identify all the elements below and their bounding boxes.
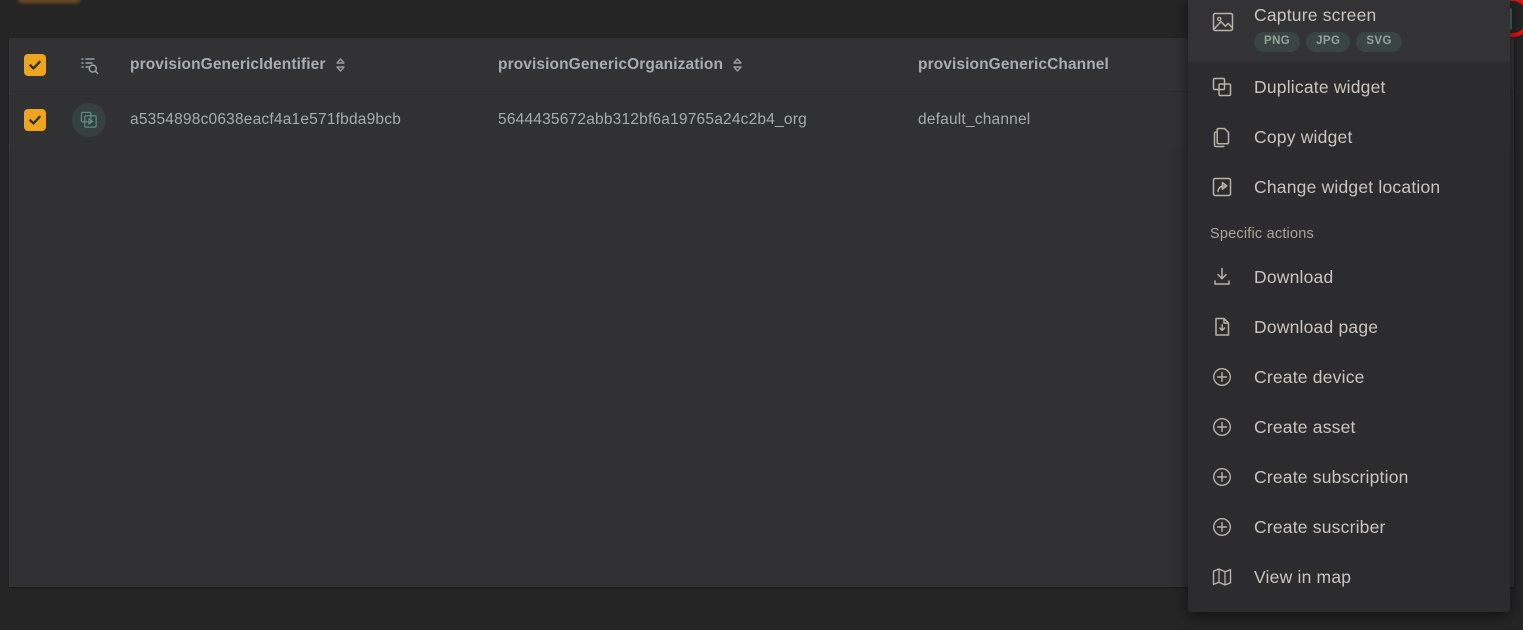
download-icon (1210, 265, 1254, 289)
copy-widget-icon (1210, 125, 1254, 149)
capture-format-chips: PNG JPG SVG (1254, 32, 1402, 52)
menu-item-create-subscription[interactable]: Create subscription (1188, 452, 1510, 502)
column-header-identifier[interactable]: provisionGenericIdentifier (118, 56, 488, 74)
cell-organization-value: 5644435672abb312bf6a19765a24c2b4_org (498, 111, 807, 128)
chevron-updown-icon (733, 57, 742, 72)
capture-format-svg[interactable]: SVG (1356, 32, 1402, 52)
chevron-updown-icon (335, 57, 345, 72)
sort-toggle-organization[interactable] (732, 57, 743, 73)
menu-item-create-subscription-label: Create subscription (1254, 466, 1409, 487)
plus-circle-icon (1210, 515, 1254, 539)
copy-layers-play-icon[interactable] (72, 103, 106, 137)
cell-organization: 5644435672abb312bf6a19765a24c2b4_org (488, 111, 908, 129)
select-all-checkbox[interactable] (24, 53, 46, 76)
column-header-identifier-label: provisionGenericIdentifier (130, 55, 326, 73)
row-action-cell[interactable] (60, 103, 118, 137)
menu-item-copy-widget-label: Copy widget (1254, 126, 1353, 147)
menu-item-download[interactable]: Download (1188, 252, 1510, 302)
menu-item-create-device[interactable]: Create device (1188, 352, 1510, 402)
menu-item-duplicate-widget-label: Duplicate widget (1254, 76, 1386, 97)
plus-circle-icon (1210, 465, 1254, 489)
menu-item-create-suscriber[interactable]: Create suscriber (1188, 502, 1510, 552)
change-location-icon (1210, 175, 1254, 199)
menu-item-download-page[interactable]: Download page (1188, 302, 1510, 352)
cell-channel-value: default_channel (918, 111, 1031, 128)
column-header-organization[interactable]: provisionGenericOrganization (488, 56, 908, 74)
cell-channel: default_channel (908, 111, 1208, 129)
menu-item-change-widget-location-label: Change widget location (1254, 176, 1441, 197)
menu-section-specific-actions: Specific actions (1210, 226, 1314, 242)
widget-context-menu: Capture screen PNG JPG SVG Duplicate wid… (1188, 0, 1510, 612)
menu-item-change-widget-location[interactable]: Change widget location (1188, 162, 1510, 212)
menu-item-view-in-map[interactable]: View in map (1188, 552, 1510, 602)
download-page-icon (1210, 315, 1254, 339)
cell-identifier-value: a5354898c0638eacf4a1e571fbda9bcb (130, 111, 402, 128)
menu-item-download-page-label: Download page (1254, 316, 1379, 337)
column-header-channel-label: provisionGenericChannel (918, 55, 1109, 73)
select-all-cell[interactable] (10, 53, 60, 76)
screen-root: provisionGenericIdentifier provisionGene… (0, 0, 1523, 630)
capture-format-jpg[interactable]: JPG (1306, 32, 1351, 52)
column-header-channel[interactable]: provisionGenericChannel (908, 56, 1208, 74)
menu-item-create-asset[interactable]: Create asset (1188, 402, 1510, 452)
sort-toggle-identifier[interactable] (335, 57, 346, 73)
list-search-icon (81, 57, 99, 74)
menu-item-view-in-map-label: View in map (1254, 566, 1352, 587)
cell-identifier: a5354898c0638eacf4a1e571fbda9bcb (118, 111, 488, 129)
menu-item-capture-screen-label: Capture screen (1254, 5, 1377, 25)
row-checkbox[interactable] (24, 109, 46, 131)
menu-item-copy-widget[interactable]: Copy widget (1188, 112, 1510, 162)
clipped-orange-banner (18, 0, 80, 3)
menu-item-create-device-label: Create device (1254, 366, 1365, 387)
map-icon (1210, 565, 1254, 589)
menu-item-create-asset-label: Create asset (1254, 416, 1356, 437)
column-header-organization-label: provisionGenericOrganization (498, 55, 724, 73)
plus-circle-icon (1210, 415, 1254, 439)
menu-item-create-suscriber-label: Create suscriber (1254, 516, 1386, 537)
menu-item-duplicate-widget[interactable]: Duplicate widget (1188, 62, 1510, 112)
image-capture-icon (1210, 9, 1254, 35)
menu-item-capture-screen[interactable]: Capture screen PNG JPG SVG (1188, 0, 1510, 62)
row-select-cell[interactable] (10, 109, 60, 131)
plus-circle-icon (1210, 365, 1254, 389)
duplicate-widget-icon (1210, 75, 1254, 99)
capture-format-png[interactable]: PNG (1254, 32, 1301, 52)
column-filter-button[interactable] (60, 54, 118, 76)
menu-item-download-label: Download (1254, 266, 1334, 287)
